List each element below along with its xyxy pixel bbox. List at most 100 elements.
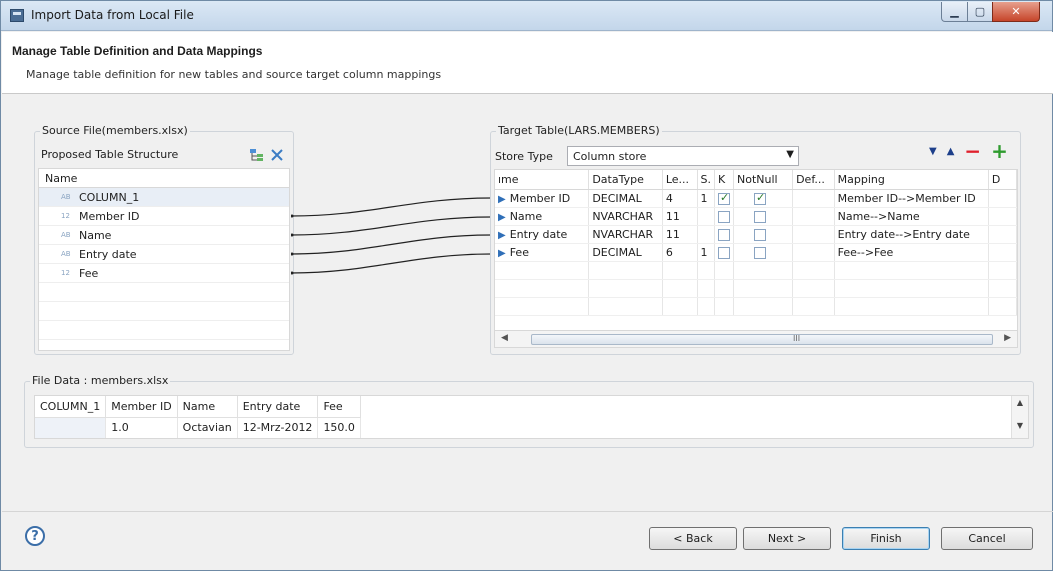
table-row[interactable]: ▶ Entry date NVARCHAR 11 Entry date-->Ent… (495, 225, 1017, 244)
data-cell[interactable]: 12-Mrz-2012 (237, 417, 319, 438)
notnull-checkbox[interactable] (753, 191, 766, 205)
desc-cell[interactable] (988, 243, 1017, 262)
expand-triangle-icon[interactable]: ▶ (498, 212, 506, 223)
connector-dot (291, 252, 294, 256)
back-button[interactable]: < Back (649, 527, 737, 550)
plus-icon[interactable]: + (991, 141, 1008, 161)
data-cell[interactable]: Octavian (177, 417, 238, 438)
tree-structure-icon[interactable] (249, 148, 265, 162)
scroll-up-icon[interactable]: ▲ (1012, 398, 1028, 407)
triangle-down-icon[interactable]: ▼ (929, 146, 937, 157)
column-name[interactable]: Entry date (510, 228, 568, 241)
column-name[interactable]: Name (510, 210, 542, 223)
scroll-down-icon[interactable]: ▼ (1012, 421, 1028, 430)
mapping-cell[interactable]: Member ID-->Member ID (834, 189, 989, 208)
col-header[interactable]: Name (177, 396, 238, 418)
length-cell[interactable]: 6 (662, 243, 698, 262)
table-row[interactable]: ▶ Fee DECIMAL 6 1 Fee-->Fee (495, 243, 1017, 262)
source-row[interactable]: AB Name (39, 226, 289, 245)
key-checkbox[interactable] (717, 191, 730, 205)
help-button[interactable]: ? (25, 526, 45, 546)
target-columns-grid: ıme DataType Le... S. K NotNull Def... M… (494, 169, 1018, 331)
close-button[interactable]: ✕ (992, 2, 1040, 22)
key-checkbox[interactable] (717, 210, 730, 223)
empty-row (39, 302, 289, 321)
default-cell[interactable] (792, 207, 835, 226)
page-subtitle: Manage table definition for new tables a… (26, 68, 442, 81)
data-type-cell[interactable]: DECIMAL (588, 243, 663, 262)
finish-button[interactable]: Finish (842, 527, 930, 550)
col-header[interactable]: Member ID (105, 396, 178, 418)
title-bar[interactable]: Import Data from Local File ▁ ▢ ✕ (1, 1, 1052, 31)
source-row-label: Name (79, 228, 112, 242)
scale-cell[interactable] (697, 207, 715, 226)
desc-cell[interactable] (988, 225, 1017, 244)
col-header[interactable]: Entry date (237, 396, 319, 418)
length-cell[interactable]: 4 (662, 189, 698, 208)
mapping-cell[interactable]: Fee-->Fee (834, 243, 989, 262)
connector-dot (291, 271, 294, 275)
expand-triangle-icon[interactable]: ▶ (498, 230, 506, 241)
desc-cell[interactable] (988, 207, 1017, 226)
default-cell[interactable] (792, 243, 835, 262)
scroll-left-icon[interactable]: ◀ (501, 333, 508, 343)
col-header[interactable]: NotNull (733, 170, 794, 190)
col-header[interactable]: DataType (588, 170, 663, 190)
minimize-button[interactable]: ▁ (941, 2, 968, 22)
triangle-up-icon[interactable]: ▲ (947, 146, 955, 157)
col-header[interactable]: K (714, 170, 734, 190)
source-row[interactable]: AB Entry date (39, 245, 289, 264)
scale-cell[interactable]: 1 (697, 243, 715, 262)
expand-triangle-icon[interactable]: ▶ (498, 194, 506, 205)
col-header[interactable]: D (988, 170, 1017, 190)
mapping-line (291, 197, 491, 217)
notnull-checkbox[interactable] (753, 210, 766, 223)
target-group-label: Target Table(LARS.MEMBERS) (496, 124, 662, 137)
desc-cell[interactable] (988, 189, 1017, 208)
source-row[interactable]: AB COLUMN_1 (39, 188, 289, 207)
store-type-select[interactable]: Column store ▼ (567, 146, 799, 166)
col-header[interactable]: COLUMN_1 (35, 396, 107, 418)
next-button[interactable]: Next > (743, 527, 831, 550)
scale-cell[interactable] (697, 225, 715, 244)
maximize-button[interactable]: ▢ (967, 2, 993, 22)
file-data-vertical-scrollbar[interactable]: ▲ ▼ (1011, 396, 1028, 438)
table-row[interactable]: ▶ Member ID DECIMAL 4 1 Member ID-->Membe… (495, 189, 1017, 208)
default-cell[interactable] (792, 189, 835, 208)
length-cell[interactable]: 11 (662, 207, 698, 226)
col-header[interactable]: S. (697, 170, 715, 190)
table-row[interactable]: 1.0 Octavian 12-Mrz-2012 150.0 (35, 417, 361, 438)
column-name[interactable]: Member ID (510, 192, 570, 205)
col-header[interactable]: Fee (317, 396, 361, 418)
key-checkbox[interactable] (717, 246, 730, 259)
default-cell[interactable] (792, 225, 835, 244)
data-type-cell[interactable]: NVARCHAR (588, 207, 663, 226)
minus-icon[interactable]: − (964, 141, 981, 161)
scrollbar-thumb[interactable] (531, 334, 993, 345)
expand-triangle-icon[interactable]: ▶ (498, 248, 506, 259)
col-header[interactable]: Mapping (834, 170, 989, 190)
length-cell[interactable]: 11 (662, 225, 698, 244)
key-checkbox[interactable] (717, 228, 730, 241)
notnull-checkbox[interactable] (753, 228, 766, 241)
data-type-cell[interactable]: DECIMAL (588, 189, 663, 208)
data-type-cell[interactable]: NVARCHAR (588, 225, 663, 244)
data-cell[interactable] (35, 417, 107, 438)
col-header[interactable]: Def... (792, 170, 835, 190)
source-row[interactable]: 12 Member ID (39, 207, 289, 226)
scale-cell[interactable]: 1 (697, 189, 715, 208)
column-name[interactable]: Fee (510, 246, 529, 259)
source-row[interactable]: 12 Fee (39, 264, 289, 283)
x-icon[interactable] (271, 149, 283, 161)
mapping-cell[interactable]: Entry date-->Entry date (834, 225, 989, 244)
target-horizontal-scrollbar[interactable]: ◀ III ▶ (494, 331, 1018, 348)
data-cell[interactable]: 150.0 (317, 417, 361, 438)
mapping-cell[interactable]: Name-->Name (834, 207, 989, 226)
col-header[interactable]: ıme (495, 170, 590, 190)
notnull-checkbox[interactable] (753, 246, 766, 259)
scroll-right-icon[interactable]: ▶ (1004, 333, 1011, 343)
cancel-button[interactable]: Cancel (941, 527, 1033, 550)
col-header[interactable]: Le... (662, 170, 698, 190)
table-row[interactable]: ▶ Name NVARCHAR 11 Name-->Name (495, 207, 1017, 226)
data-cell[interactable]: 1.0 (105, 417, 178, 438)
